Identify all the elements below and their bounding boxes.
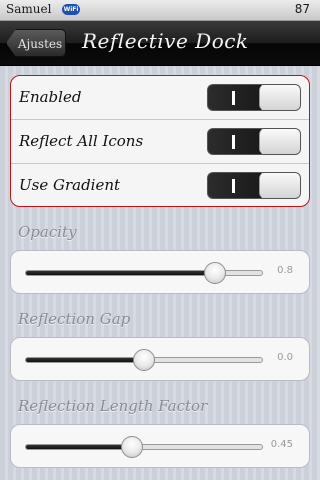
opacity-slider-track[interactable]: [25, 270, 263, 276]
slider-fill: [26, 445, 133, 449]
toggle-row-enabled: Enabled: [11, 76, 309, 120]
reflection-gap-slider-thumb[interactable]: [133, 349, 155, 371]
battery-level: 87: [294, 2, 310, 16]
reflection-gap-slider-cell: 0.0: [10, 337, 310, 381]
switch-knob: [259, 85, 300, 110]
slider-fill: [26, 271, 215, 275]
reflection-length-factor-slider-cell: 0.45: [10, 424, 310, 468]
switch-knob: [259, 129, 300, 154]
opacity-value: 0.8: [277, 265, 293, 276]
reflect-all-icons-switch[interactable]: [207, 128, 301, 155]
switch-on-indicator: [232, 91, 235, 105]
status-bar: Samuel WiFi 87: [0, 0, 320, 21]
toggle-label: Enabled: [19, 88, 82, 106]
switch-on-indicator: [232, 179, 235, 193]
toggle-label: Reflect All Icons: [19, 132, 144, 150]
switch-on-indicator: [232, 135, 235, 149]
opacity-slider-thumb[interactable]: [204, 262, 227, 284]
switch-knob: [259, 173, 300, 198]
reflection-length-factor-slider-track[interactable]: [25, 444, 263, 450]
enabled-switch[interactable]: [207, 84, 301, 111]
toggle-row-reflect-all-icons: Reflect All Icons: [11, 120, 309, 164]
toggle-group: Enabled Reflect All Icons Use Gradient: [10, 75, 310, 207]
reflection-length-factor-section-label: Reflection Length Factor: [18, 397, 208, 415]
reflection-length-factor-value: 0.45: [270, 439, 293, 450]
reflection-gap-value: 0.0: [277, 352, 293, 363]
reflection-gap-section-label: Reflection Gap: [18, 310, 131, 328]
reflection-length-factor-slider-thumb[interactable]: [121, 436, 144, 458]
toggle-label: Use Gradient: [19, 176, 121, 194]
back-button[interactable]: Ajustes: [6, 29, 66, 57]
opacity-section-label: Opacity: [18, 223, 77, 241]
slider-fill: [26, 358, 144, 362]
page-title: Reflective Dock: [82, 29, 249, 53]
wifi-icon: WiFi: [62, 4, 80, 15]
toggle-row-use-gradient: Use Gradient: [11, 164, 309, 206]
opacity-slider-cell: 0.8: [10, 250, 310, 294]
carrier-name: Samuel: [6, 2, 52, 16]
navigation-bar: Ajustes Reflective Dock: [0, 21, 320, 66]
use-gradient-switch[interactable]: [207, 172, 301, 199]
